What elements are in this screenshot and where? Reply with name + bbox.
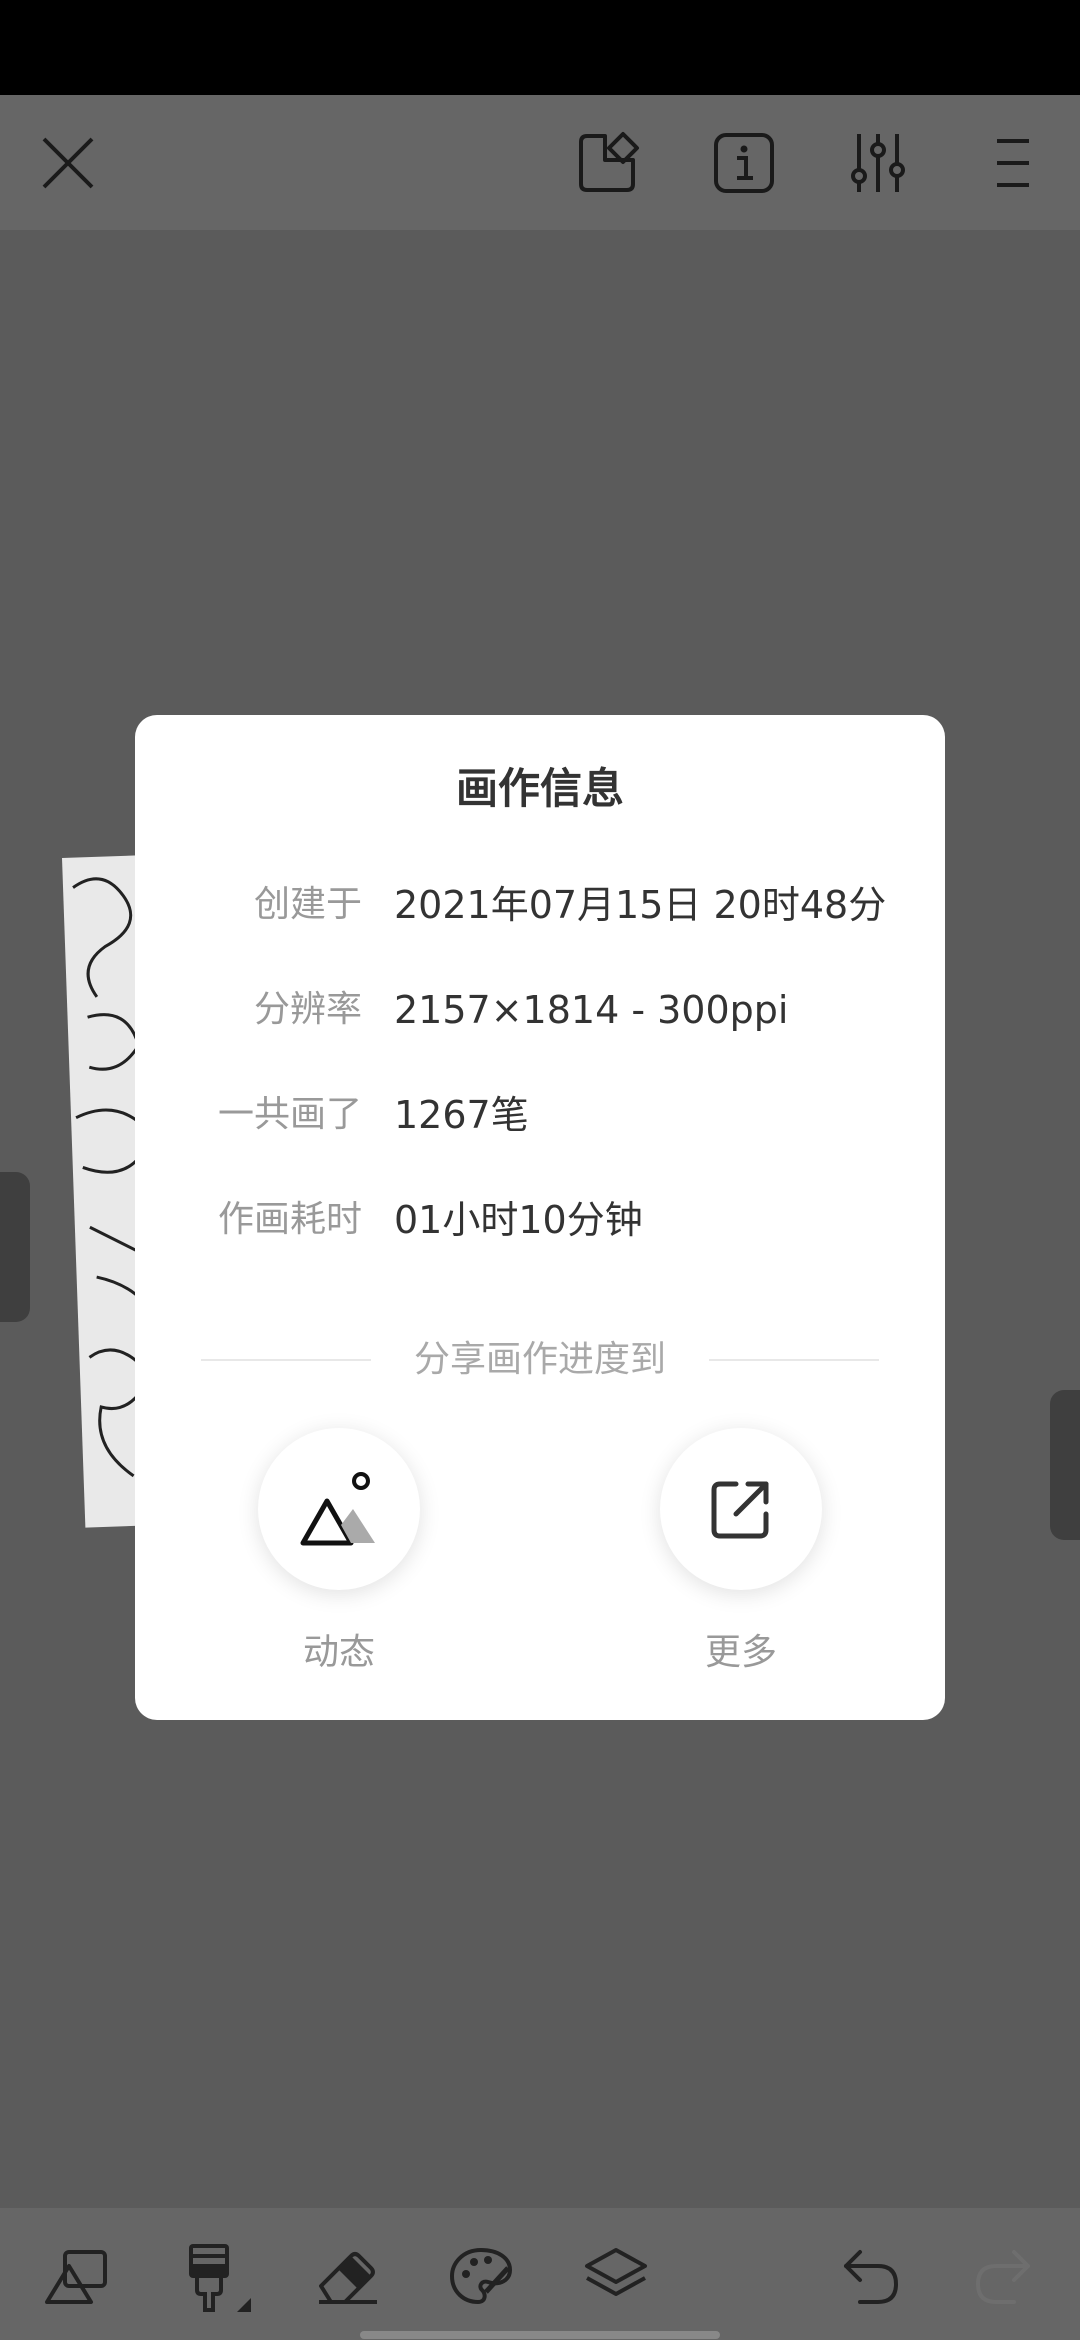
info-row-strokes: 一共画了 1267笔 [135,1085,945,1145]
undo-icon [843,2249,898,2304]
shapes-icon [44,2249,107,2304]
mountain-picture-icon [300,1472,375,1546]
layers-button[interactable] [578,2238,653,2313]
external-share-icon [711,1481,769,1539]
layers-icon [584,2247,647,2296]
dialog-title: 画作信息 [455,764,624,813]
left-scroll-handle[interactable] [0,1172,30,1322]
redo-icon [975,2249,1030,2304]
canvas-crop-button[interactable] [570,125,645,200]
undo-button[interactable] [833,2238,908,2313]
status-bar [0,0,1080,95]
brush-icon [189,2244,251,2312]
sliders-icon [850,133,905,192]
info-value: 2157×1814 - 300ppi [394,988,789,1032]
eraser-icon [318,2251,377,2304]
share-moments-label: 动态 [302,1632,375,1673]
top-toolbar [0,95,1080,230]
menu-icon [996,138,1029,187]
eraser-button[interactable] [310,2238,385,2313]
info-button[interactable] [706,125,781,200]
info-icon [713,132,774,193]
info-value: 01小时10分钟 [394,1198,643,1242]
share-moments-button[interactable] [258,1428,420,1590]
info-label: 创建于 [253,884,362,925]
artwork-info-dialog: 画作信息 创建于 2021年07月15日 20时48分 分辨率 2157×181… [135,715,945,1720]
redo-button[interactable] [965,2238,1040,2313]
info-row-resolution: 分辨率 2157×1814 - 300ppi [135,980,945,1040]
info-label: 作画耗时 [217,1199,362,1240]
close-button[interactable] [30,125,105,200]
shapes-button[interactable] [38,2238,113,2313]
palette-icon [449,2247,512,2304]
info-row-created: 创建于 2021年07月15日 20时48分 [135,875,945,935]
info-label: 分辨率 [253,989,362,1030]
home-indicator[interactable] [360,2331,720,2339]
canvas-crop-icon [578,131,639,192]
close-icon [42,137,93,188]
info-label: 一共画了 [217,1094,362,1135]
menu-button[interactable] [975,125,1050,200]
right-scroll-handle[interactable] [1050,1390,1080,1540]
info-value: 2021年07月15日 20时48分 [394,883,887,927]
adjust-button[interactable] [840,125,915,200]
bottom-toolbar [0,2208,1080,2340]
brush-button[interactable] [170,2238,260,2318]
share-more-button[interactable] [660,1428,822,1590]
share-more-label: 更多 [704,1632,777,1673]
info-row-duration: 作画耗时 01小时10分钟 [135,1190,945,1250]
info-value: 1267笔 [394,1093,529,1137]
palette-button[interactable] [443,2238,518,2313]
divider-right [709,1359,879,1361]
